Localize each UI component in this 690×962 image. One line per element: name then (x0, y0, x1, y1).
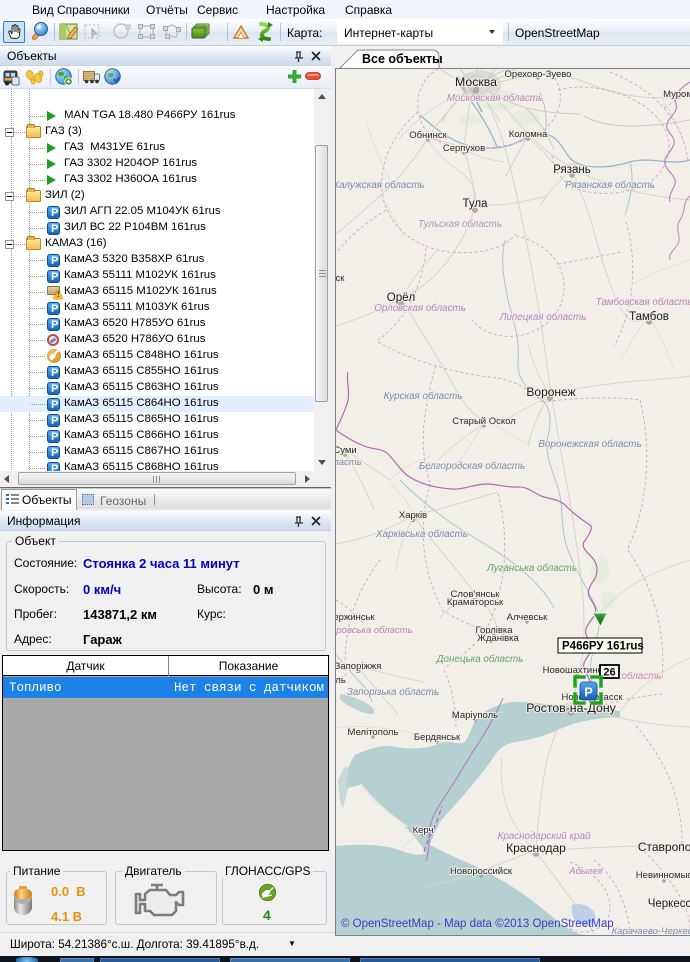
svg-text:Краснодар: Краснодар (506, 841, 566, 855)
svg-text:Керч: Керч (413, 825, 434, 836)
svg-text:Муром: Муром (663, 89, 690, 100)
svg-text:бласть: бласть (336, 457, 362, 468)
svg-text:ержинськ: ержинськ (336, 612, 376, 623)
svg-text:Запоріжжя: Запоріжжя (336, 661, 381, 672)
svg-text:Донецька область: Донецька область (436, 654, 524, 665)
svg-text:P: P (584, 686, 592, 700)
svg-text:ск: ск (336, 273, 345, 284)
svg-text:Коломна: Коломна (509, 129, 548, 140)
svg-text:Ростов-на-Дону: Ростов-на-Дону (526, 701, 616, 715)
svg-text:Тамбов: Тамбов (629, 311, 669, 323)
svg-text:Московская область: Московская область (447, 93, 543, 104)
svg-text:Калужская область: Калужская область (336, 180, 425, 191)
svg-text:26: 26 (603, 667, 615, 679)
svg-text:Тамбовская область: Тамбовская область (596, 297, 690, 308)
svg-text:Белгородская область: Белгородская область (419, 461, 525, 472)
svg-text:Тульская область: Тульская область (418, 219, 502, 230)
svg-text:Тула: Тула (463, 198, 489, 210)
svg-text:Адыгея: Адыгея (568, 866, 603, 877)
svg-text:Новороссийск: Новороссийск (450, 866, 513, 877)
svg-text:Рязанская область: Рязанская область (565, 180, 655, 191)
svg-text:оль: оль (336, 675, 346, 686)
svg-text:Краматорськ: Краматорськ (447, 597, 504, 608)
svg-text:Жданівка: Жданівка (477, 633, 519, 644)
svg-text:Харків: Харків (399, 510, 427, 521)
svg-text:Суми: Суми (336, 445, 357, 456)
svg-text:Луганська область: Луганська область (486, 563, 577, 574)
svg-text:Старый Оскол: Старый Оскол (452, 416, 515, 427)
svg-text:етровська область: етровська область (336, 625, 413, 636)
svg-text:Карачаево-Черкес: Карачаево-Черкес (612, 926, 690, 936)
svg-text:Алчевськ: Алчевськ (507, 612, 549, 623)
svg-text:Мелітополь: Мелітополь (348, 727, 399, 738)
svg-text:Невинномыс: Невинномыс (636, 870, 690, 881)
svg-text:© OpenStreetMap - Map data ©20: © OpenStreetMap - Map data ©2013 OpenStr… (341, 918, 614, 930)
svg-text:Орловская область: Орловская область (374, 303, 466, 314)
svg-text:Обнинск: Обнинск (409, 130, 447, 141)
svg-text:Все объекты: Все объекты (362, 52, 443, 66)
svg-text:Черкесск: Черкесск (648, 898, 690, 910)
svg-text:Рязань: Рязань (553, 164, 591, 176)
svg-text:Ставропол: Ставропол (638, 840, 690, 854)
svg-text:Курская область: Курская область (384, 391, 463, 402)
svg-text:Р466РУ 161rus: Р466РУ 161rus (562, 641, 644, 653)
svg-text:Запорізька область: Запорізька область (347, 687, 439, 698)
svg-text:Липецкая область: Липецкая область (499, 312, 587, 323)
svg-text:Бердянськ: Бердянськ (414, 732, 461, 743)
svg-text:Серпухов: Серпухов (443, 143, 485, 154)
svg-text:Воронежская область: Воронежская область (538, 439, 641, 450)
svg-text:Харківська область: Харківська область (375, 529, 468, 540)
svg-text:Маріуполь: Маріуполь (452, 710, 498, 721)
svg-text:Воронеж: Воронеж (526, 385, 575, 399)
svg-text:Москва: Москва (455, 75, 497, 89)
svg-text:Орехово-Зуево: Орехово-Зуево (505, 69, 572, 80)
